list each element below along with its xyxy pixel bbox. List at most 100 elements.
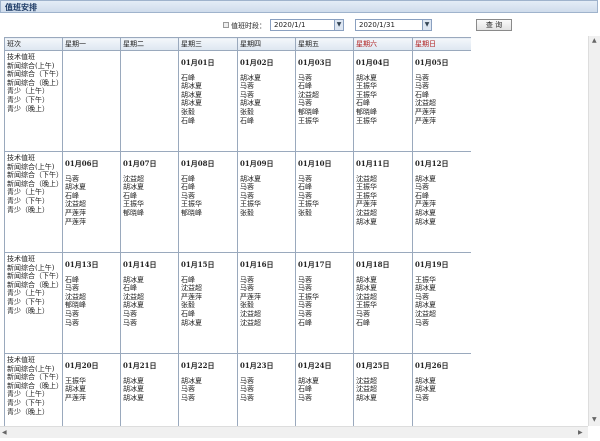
duty-person: 胡冰夏 [415, 301, 436, 310]
duty-person: 马蓉 [123, 318, 137, 327]
duty-person: 郁晓峰 [65, 301, 86, 310]
day-date: 01月12日 [415, 159, 449, 168]
day-date: 01月06日 [65, 159, 99, 168]
day-cell: 01月09日 胡冰夏 马蓉 马蓉 王振华 张毅 [237, 151, 296, 253]
duty-person: 马蓉 [298, 275, 312, 284]
duty-person: 张毅 [240, 107, 254, 116]
duty-person: 马蓉 [298, 284, 312, 293]
duty-person: 王振华 [356, 301, 377, 310]
shift-label: 技术值班 [7, 53, 35, 61]
end-date-input[interactable]: 2020/1/31 [355, 19, 427, 31]
day-date: 01月21日 [123, 361, 157, 370]
day-cell [120, 50, 179, 152]
duty-person: 郁晓峰 [181, 208, 202, 217]
scroll-up-icon[interactable]: ▲ [592, 37, 597, 44]
query-button[interactable]: 查 询 [476, 19, 512, 31]
column-header: 星期六 [353, 37, 413, 51]
end-date-picker-button[interactable]: ▼ [422, 19, 432, 31]
day-date: 01月03日 [298, 58, 332, 67]
duty-person: 石峰 [123, 284, 137, 293]
duty-person: 胡冰夏 [415, 376, 436, 385]
day-date: 01月08日 [181, 159, 215, 168]
duty-person: 王振华 [356, 183, 377, 192]
day-cell: 01月17日 马蓉 马蓉 王振华 马蓉 马蓉 石峰 [295, 252, 354, 354]
week-row: 技术值班 新闻综合(上午) 新闻综合（下午） 新闻综合（晚上） 青少（上午） 青少（下午）… [4, 50, 471, 152]
duty-person: 马蓉 [298, 301, 312, 310]
duty-person: 马蓉 [65, 284, 79, 293]
scroll-down-icon[interactable]: ▼ [592, 416, 597, 423]
duty-person: 胡冰夏 [356, 393, 377, 402]
duty-person: 胡冰夏 [65, 385, 86, 394]
duty-person: 胡冰夏 [123, 393, 144, 402]
day-date: 01月23日 [240, 361, 274, 370]
duty-person: 石峰 [356, 318, 370, 327]
start-date-picker-button[interactable]: ▼ [334, 19, 344, 31]
day-cell: 01月04日 胡冰夏 王振华 王振华 石峰 郁晓峰 王振华 [353, 50, 413, 152]
duty-person: 王振华 [65, 376, 86, 385]
duty-person: 沈益超 [65, 200, 86, 209]
duty-person: 石峰 [181, 73, 195, 82]
day-cell: 01月21日 胡冰夏 胡冰夏 胡冰夏 [120, 353, 179, 426]
scroll-right-icon[interactable]: ▶ [578, 429, 583, 436]
duty-person: 沈益超 [123, 174, 144, 183]
duty-person: 胡冰夏 [123, 183, 144, 192]
duty-person: 胡冰夏 [415, 174, 436, 183]
shift-label: 青少（晚上） [7, 205, 49, 214]
duty-person: 严莲萍 [415, 116, 436, 125]
duty-person: 马蓉 [298, 174, 312, 183]
duty-person: 马蓉 [415, 183, 429, 192]
day-date: 01月26日 [415, 361, 449, 370]
duty-person: 胡冰夏 [240, 73, 261, 82]
day-date: 01月05日 [415, 58, 449, 67]
shift-label: 新闻综合（下午） [7, 70, 63, 79]
day-date: 01月18日 [356, 260, 390, 269]
duty-person: 马蓉 [240, 284, 254, 293]
duty-person: 胡冰夏 [356, 275, 377, 284]
duty-person: 张毅 [240, 301, 254, 310]
day-date: 01月16日 [240, 260, 274, 269]
shift-label: 技术值班 [7, 356, 35, 364]
day-cell: 01月20日 王振华 胡冰夏 严莲萍 [62, 353, 121, 426]
day-date: 01月10日 [298, 159, 332, 168]
duty-person: 沈益超 [415, 309, 436, 318]
duty-person: 马蓉 [415, 318, 429, 327]
duty-person: 马蓉 [415, 82, 429, 91]
day-cell: 01月16日 马蓉 马蓉 严莲萍 张毅 沈益超 沈益超 [237, 252, 296, 354]
duty-person: 王振华 [181, 200, 202, 209]
duty-schedule-table: 班次 星期一 星期二 星期三 星期四 星期五 星期六 星期日 技术值班 新闻综合(上午) 新闻综合… [4, 37, 471, 426]
duty-person: 胡冰夏 [123, 385, 144, 394]
duty-person: 王振华 [356, 82, 377, 91]
duty-person: 沈益超 [240, 318, 261, 327]
shift-label-cell: 技术值班 新闻综合(上午) 新闻综合（下午） 新闻综合（晚上） 青少（上午） 青少（下午）… [4, 252, 63, 354]
day-date: 01月25日 [356, 361, 390, 370]
duty-person: 马蓉 [356, 309, 370, 318]
duty-person: 石峰 [65, 275, 79, 284]
duty-person: 王振华 [123, 200, 144, 209]
column-header: 班次 [4, 37, 63, 51]
day-cell: 01月01日 石峰 胡冰夏 胡冰夏 胡冰夏 张毅 石峰 [178, 50, 238, 152]
duty-person: 沈益超 [181, 284, 202, 293]
duty-person: 胡冰夏 [181, 318, 202, 327]
vertical-scrollbar[interactable]: ▲ ▼ [588, 36, 600, 426]
column-header: 星期一 [62, 37, 121, 51]
duty-person: 马蓉 [65, 309, 79, 318]
shift-label: 新闻综合（下午） [7, 373, 63, 382]
duty-person: 张毅 [240, 208, 254, 217]
duty-person: 王振华 [298, 200, 319, 209]
period-checkbox[interactable] [223, 22, 229, 28]
shift-label: 青少（上午） [7, 188, 49, 197]
day-cell: 01月13日 石峰 马蓉 沈益超 郁晓峰 马蓉 马蓉 [62, 252, 121, 354]
horizontal-scrollbar[interactable]: ◀ ▶ [0, 426, 588, 438]
shift-label: 新闻综合(上午) [7, 263, 55, 272]
day-cell: 01月03日 马蓉 石峰 沈益超 马蓉 郁晓峰 王振华 [295, 50, 354, 152]
duty-person: 马蓉 [298, 99, 312, 108]
shift-label: 青少（下午） [7, 398, 49, 407]
column-header: 星期四 [237, 37, 296, 51]
window-title: 值班安排 [5, 3, 37, 12]
duty-person: 胡冰夏 [356, 217, 377, 226]
duty-person: 胡冰夏 [123, 301, 144, 310]
day-date: 01月14日 [123, 260, 157, 269]
start-date-input[interactable]: 2020/1/1 [270, 19, 342, 31]
scroll-left-icon[interactable]: ◀ [2, 429, 7, 436]
column-header: 星期五 [295, 37, 354, 51]
